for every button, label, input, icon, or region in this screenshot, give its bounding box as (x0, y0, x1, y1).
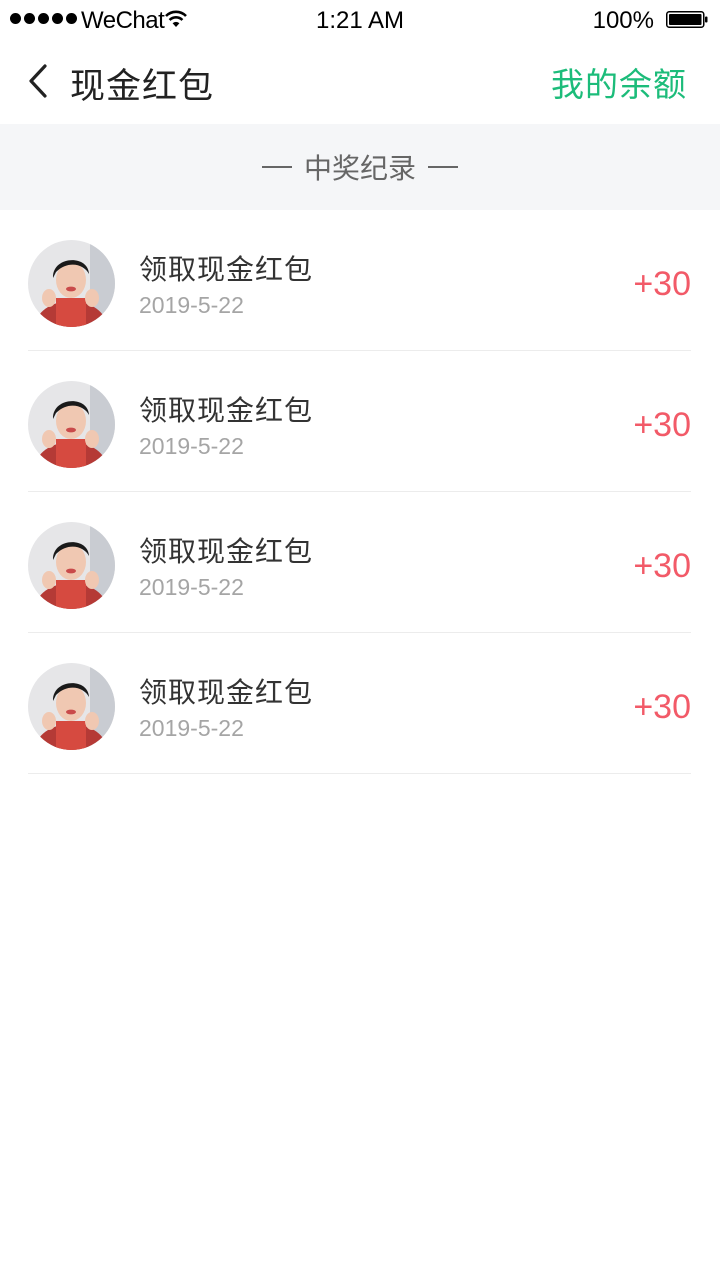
status-bar: WeChat 1:21 AM 100% (0, 0, 720, 40)
item-title: 领取现金红包 (139, 254, 314, 285)
item-amount: +30 (633, 688, 691, 726)
avatar (28, 240, 115, 327)
avatar (28, 381, 115, 468)
battery-icon (666, 11, 708, 28)
item-title: 领取现金红包 (139, 536, 314, 567)
divider-right (428, 166, 458, 168)
item-amount: +30 (633, 265, 691, 303)
avatar (28, 522, 115, 609)
list-item[interactable]: 领取现金红包 2019-5-22 +30 (28, 633, 691, 774)
item-amount: +30 (633, 547, 691, 585)
list-item[interactable]: 领取现金红包 2019-5-22 +30 (28, 351, 691, 492)
section-title: 中奖纪录 (303, 153, 416, 184)
page-title: 现金红包 (70, 67, 215, 106)
item-date: 2019-5-22 (139, 433, 244, 459)
battery-percentage: 100% (592, 7, 654, 34)
navigation-bar: 现金红包 我的余额 (0, 40, 720, 124)
item-title: 领取现金红包 (139, 677, 314, 708)
record-list: 领取现金红包 2019-5-22 +30 领取现金红包 2019-5-22 +3… (28, 210, 691, 774)
section-header: 中奖纪录 (0, 124, 720, 210)
item-date: 2019-5-22 (139, 715, 244, 741)
list-item[interactable]: 领取现金红包 2019-5-22 +30 (28, 492, 691, 633)
item-amount: +30 (633, 406, 691, 444)
list-item[interactable]: 领取现金红包 2019-5-22 +30 (28, 210, 691, 351)
screen: WeChat 1:21 AM 100% 现金红包 我的余额 中奖纪录 领取现金红… (0, 0, 720, 1281)
my-balance-link[interactable]: 我的余额 (551, 58, 687, 106)
item-title: 领取现金红包 (139, 395, 314, 426)
item-date: 2019-5-22 (139, 292, 244, 318)
divider-left (261, 166, 292, 168)
avatar (28, 663, 115, 750)
chevron-left-icon[interactable] (24, 60, 54, 102)
item-date: 2019-5-22 (139, 574, 244, 600)
